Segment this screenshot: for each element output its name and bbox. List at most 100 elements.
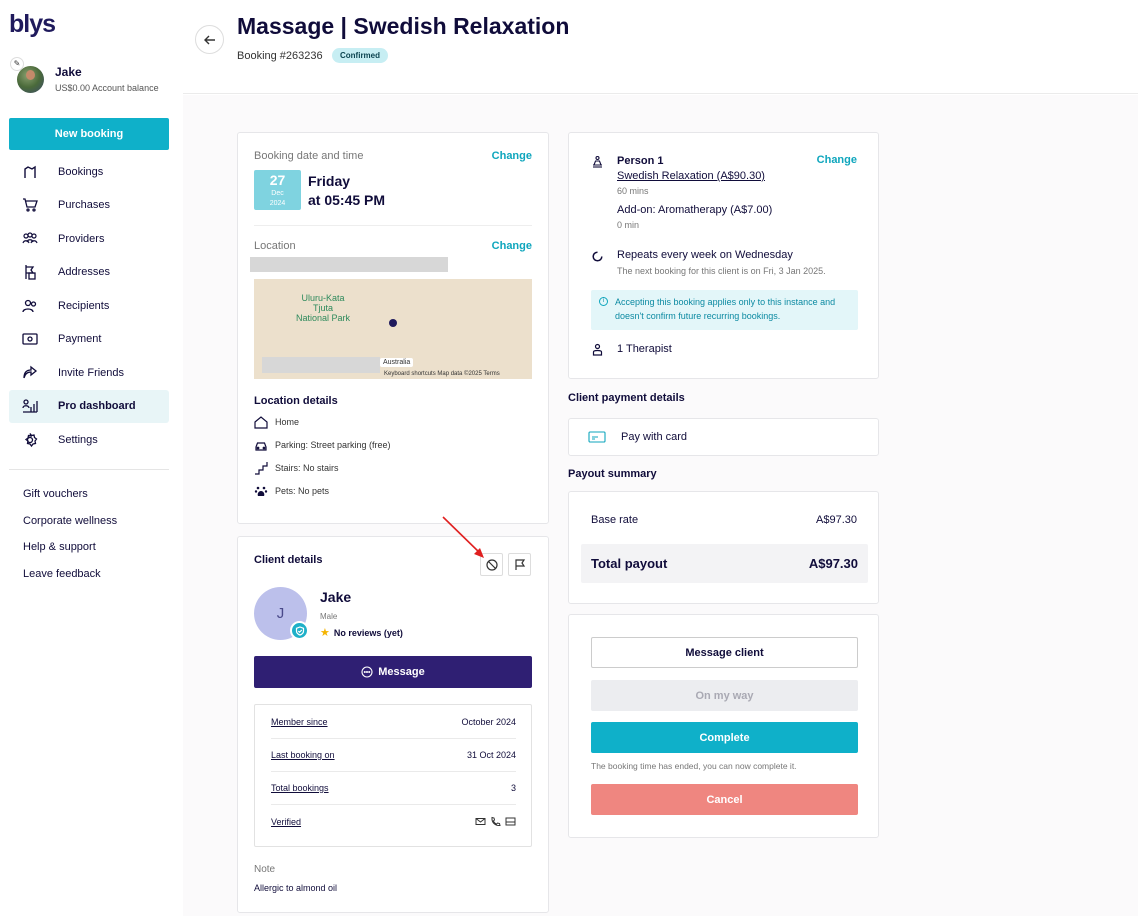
gear-icon (9, 432, 58, 448)
stat-row: Verified (271, 805, 516, 838)
map-place-line: Uluru-Kata (301, 293, 345, 303)
sidebar: blys ✎ Jake US$0.00 Account balance New … (0, 0, 183, 916)
sidebar-links: Gift vouchers Corporate wellness Help & … (23, 488, 117, 595)
cancel-button[interactable]: Cancel (591, 784, 858, 815)
repeat-icon (592, 251, 603, 262)
sidebar-item-bookings[interactable]: Bookings (9, 155, 169, 189)
page-header: Massage | Swedish Relaxation Booking #26… (183, 0, 1138, 94)
stairs-icon (255, 462, 268, 475)
corporate-wellness-link[interactable]: Corporate wellness (23, 515, 117, 542)
total-payout-value: A$97.30 (808, 556, 858, 571)
verified-link[interactable]: Verified (271, 817, 301, 827)
total-payout-label: Total payout (591, 556, 668, 571)
member-since-link[interactable]: Member since (271, 717, 328, 727)
service-link[interactable]: Swedish Relaxation (A$90.30) (617, 170, 765, 182)
annotation-arrow (442, 516, 484, 558)
detail-stairs: Stairs: No stairs (254, 461, 339, 475)
sidebar-item-payment[interactable]: Payment (9, 323, 169, 357)
total-bookings-link[interactable]: Total bookings (271, 783, 329, 793)
user-profile[interactable]: ✎ Jake US$0.00 Account balance (9, 57, 179, 100)
complete-button[interactable]: Complete (591, 722, 858, 753)
change-date-link[interactable]: Change (492, 150, 532, 162)
sidebar-item-label: Bookings (58, 165, 104, 178)
page-title: Massage | Swedish Relaxation (237, 13, 570, 39)
payment-method-card[interactable]: Pay with card (568, 418, 879, 456)
client-stats-box: Member since October 2024 Last booking o… (254, 704, 532, 847)
payment-icon (9, 331, 58, 347)
new-booking-button[interactable]: New booking (9, 118, 169, 150)
sidebar-nav: Bookings Purchases Providers Addresses R… (9, 155, 169, 457)
sidebar-item-addresses[interactable]: Addresses (9, 256, 169, 290)
detail-text: Pets: No pets (275, 486, 330, 496)
info-text: Accepting this booking applies only to t… (615, 297, 836, 321)
repeat-title: Repeats every week on Wednesday (617, 249, 793, 261)
chat-icon (361, 666, 373, 678)
last-booking-link[interactable]: Last booking on (271, 750, 335, 760)
message-button[interactable]: Message (254, 656, 532, 688)
change-location-link[interactable]: Change (492, 240, 532, 252)
sidebar-item-purchases[interactable]: Purchases (9, 189, 169, 223)
repeat-subtitle: The next booking for this client is on F… (617, 266, 826, 276)
paw-icon (254, 486, 268, 496)
bookings-icon (9, 164, 58, 180)
massage-icon (593, 155, 602, 168)
recipients-icon (9, 298, 58, 314)
credit-card-icon (588, 431, 606, 443)
map-country-label: Australia (380, 358, 414, 367)
card-icon (505, 817, 516, 826)
client-details-card: Client details J Jake Male ★ No reviews … (237, 536, 549, 913)
location-map[interactable]: Uluru-Kata Tjuta National Park Australia… (254, 279, 532, 379)
client-gender: Male (320, 612, 338, 621)
complete-hint: The booking time has ended, you can now … (591, 761, 797, 771)
sidebar-item-settings[interactable]: Settings (9, 423, 169, 457)
leave-feedback-link[interactable]: Leave feedback (23, 568, 117, 595)
booking-number: Booking #263236 (237, 50, 323, 62)
sidebar-item-invite-friends[interactable]: Invite Friends (9, 356, 169, 390)
sidebar-item-label: Invite Friends (58, 366, 125, 379)
stat-row: Member since October 2024 (271, 706, 516, 739)
report-client-button[interactable] (508, 553, 531, 576)
sidebar-item-pro-dashboard[interactable]: Pro dashboard (9, 389, 169, 423)
sidebar-item-providers[interactable]: Providers (9, 222, 169, 256)
flag-icon (514, 558, 525, 570)
back-button[interactable] (195, 25, 224, 54)
therapist-count: 1 Therapist (617, 343, 672, 355)
message-client-button[interactable]: Message client (591, 637, 858, 668)
message-label: Message (378, 666, 425, 678)
star-icon: ★ (320, 627, 330, 639)
payout-card: Base rate A$97.30 Total payout A$97.30 (568, 491, 879, 604)
avatar[interactable] (17, 66, 44, 93)
detail-text: Parking: Street parking (free) (275, 440, 391, 450)
sidebar-item-recipients[interactable]: Recipients (9, 289, 169, 323)
payment-method: Pay with card (621, 431, 688, 443)
redacted-address (250, 257, 448, 272)
client-name: Jake (320, 589, 352, 605)
service-card: Person 1 Change Swedish Relaxation (A$90… (568, 132, 879, 379)
total-bookings-value: 3 (510, 783, 516, 793)
base-rate-label: Base rate (591, 514, 639, 526)
client-details-title: Client details (254, 554, 323, 566)
pencil-icon[interactable]: ✎ (10, 57, 24, 71)
account-balance: US$0.00 Account balance (55, 83, 159, 93)
blys-logo[interactable]: blys (9, 10, 56, 39)
addon-duration: 0 min (617, 220, 640, 230)
booking-details-card: Booking date and time Change 27 Dec 2024… (237, 132, 549, 524)
sidebar-item-label: Providers (58, 232, 105, 245)
share-icon (9, 365, 58, 381)
info-icon: i (599, 297, 608, 306)
service-duration: 60 mins (617, 186, 649, 196)
verified-shield-icon (290, 621, 309, 640)
help-support-link[interactable]: Help & support (23, 541, 117, 568)
detail-text: Home (275, 417, 300, 427)
sidebar-divider (9, 469, 169, 470)
home-icon (254, 416, 268, 429)
addon-label: Add-on: Aromatherapy (A$7.00) (617, 204, 773, 216)
payout-summary-title: Payout summary (568, 468, 657, 480)
change-service-link[interactable]: Change (817, 154, 857, 166)
gift-vouchers-link[interactable]: Gift vouchers (23, 488, 117, 515)
on-my-way-button[interactable]: On my way (591, 680, 858, 711)
sidebar-item-label: Payment (58, 333, 102, 346)
stat-row: Last booking on 31 Oct 2024 (271, 739, 516, 772)
note-text: Allergic to almond oil (254, 883, 338, 893)
detail-pets: Pets: No pets (254, 484, 329, 498)
